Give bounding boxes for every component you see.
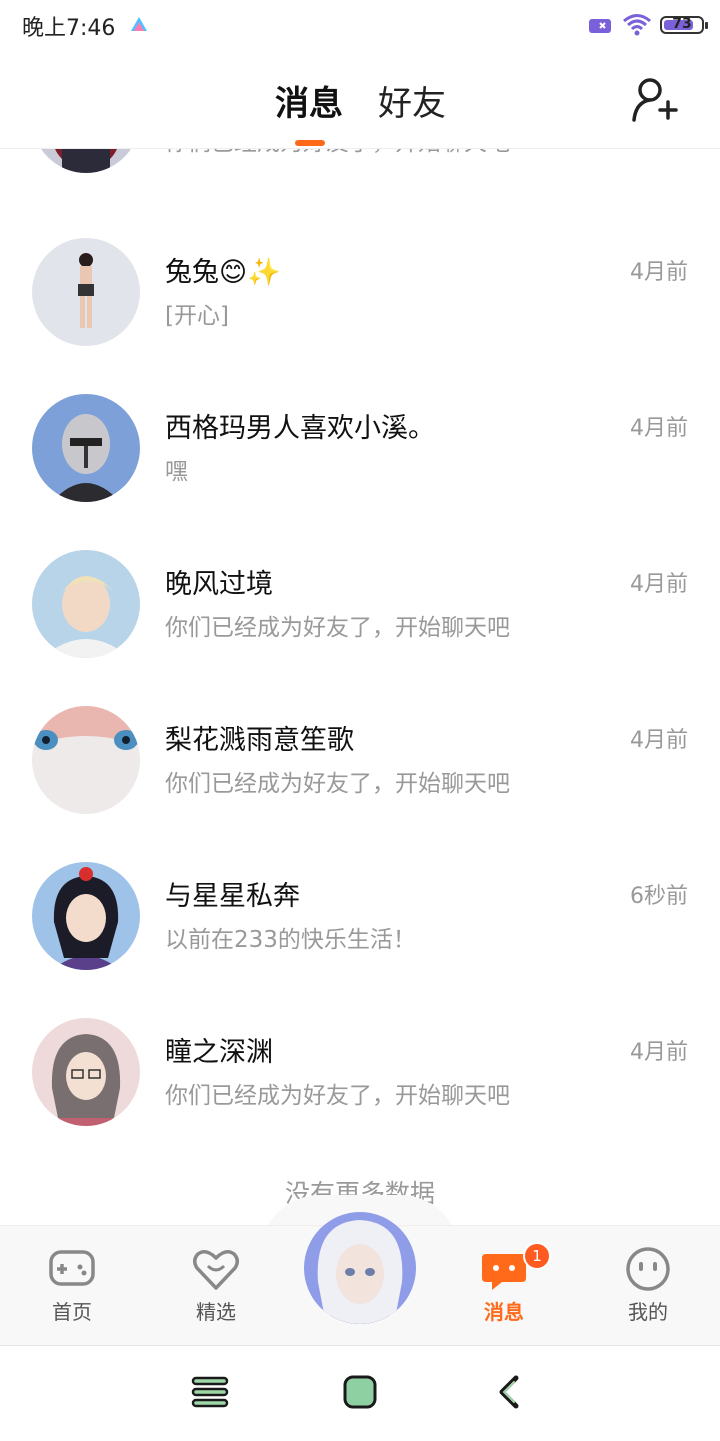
contact-name: 瞳之深渊 — [165, 1037, 273, 1068]
contact-name: 与星星私奔 — [165, 881, 300, 912]
system-nav-bar — [0, 1345, 720, 1441]
message-preview: 以前在233的快乐生活！ — [165, 927, 416, 953]
avatar — [32, 862, 140, 970]
contact-name: 兔兔😊✨ — [165, 257, 281, 288]
message-time: 4月前 — [630, 728, 688, 753]
sim-icon — [589, 19, 611, 33]
message-time: 4月前 — [630, 416, 688, 441]
list-item[interactable]: 兔兔😊✨ [开心] 4月前 — [0, 238, 720, 394]
add-user-icon[interactable] — [630, 74, 680, 124]
list-item[interactable]: 与星星私奔 以前在233的快乐生活！ 6秒前 — [0, 862, 720, 1018]
avatar — [32, 394, 140, 502]
face-icon — [626, 1247, 670, 1291]
list-item[interactable]: 梨花溅雨意笙歌 你们已经成为好友了，开始聊天吧 4月前 — [0, 706, 720, 862]
nav-label: 首页 — [52, 1300, 92, 1324]
gamepad-icon — [49, 1250, 95, 1286]
battery-icon: 73 — [660, 16, 708, 34]
message-time: 4月前 — [630, 572, 688, 597]
message-time: 6秒前 — [630, 884, 688, 909]
avatar — [32, 706, 140, 814]
nav-featured[interactable]: 精选 — [161, 1226, 271, 1346]
message-time: 4月前 — [630, 1040, 688, 1065]
nav-home[interactable]: 首页 — [17, 1226, 127, 1346]
wifi-icon — [623, 14, 651, 36]
nav-label: 消息 — [484, 1300, 524, 1324]
message-preview: [开心] — [165, 303, 229, 329]
contact-name: 晚风过境 — [165, 569, 273, 600]
message-preview: 你们已经成为好友了，开始聊天吧 — [165, 615, 510, 641]
message-preview: 你们已经成为好友了，开始聊天吧 — [165, 1083, 510, 1109]
list-item[interactable]: 西格玛男人喜欢小溪。 嘿 4月前 — [0, 394, 720, 550]
nav-messages[interactable]: 1 消息 — [449, 1226, 559, 1346]
message-preview: 嘿 — [165, 459, 188, 485]
home-icon[interactable] — [340, 1374, 380, 1410]
message-preview: 你们已经成为好友了，开始聊天吧 — [165, 149, 510, 157]
center-avatar-button[interactable] — [304, 1212, 416, 1324]
app-notification-icon — [131, 17, 147, 31]
header: 消息 好友 — [0, 52, 720, 149]
message-list: 你们已经成为好友了，开始聊天吧 兔兔😊✨ [开心] 4月前 西格玛男人喜欢小溪。… — [0, 149, 720, 1225]
nav-label: 精选 — [196, 1300, 236, 1324]
avatar — [32, 238, 140, 346]
battery-level: 73 — [672, 16, 692, 32]
nav-profile[interactable]: 我的 — [593, 1226, 703, 1346]
tab-messages[interactable]: 消息 — [275, 76, 343, 125]
avatar — [32, 1018, 140, 1126]
message-time: 4月前 — [630, 260, 688, 285]
contact-name: 西格玛男人喜欢小溪。 — [165, 413, 435, 444]
heart-smile-icon — [193, 1250, 239, 1290]
tab-friends[interactable]: 好友 — [378, 76, 446, 125]
menu-icon[interactable] — [190, 1374, 230, 1410]
contact-name: 梨花溅雨意笙歌 — [165, 725, 354, 756]
message-preview: 你们已经成为好友了，开始聊天吧 — [165, 771, 510, 797]
unread-badge: 1 — [523, 1242, 551, 1270]
avatar — [32, 550, 140, 658]
emoji-sticker: 😊✨ — [219, 257, 281, 288]
list-item[interactable]: 瞳之深渊 你们已经成为好友了，开始聊天吧 4月前 — [0, 1018, 720, 1174]
status-bar: 晚上7:46 73 — [0, 0, 720, 52]
chat-icon — [482, 1254, 526, 1290]
list-item[interactable]: 你们已经成为好友了，开始聊天吧 — [0, 149, 720, 221]
status-time: 晚上7:46 — [22, 16, 116, 41]
back-icon[interactable] — [490, 1374, 530, 1410]
tab-indicator — [295, 140, 325, 146]
nav-label: 我的 — [628, 1300, 668, 1324]
list-item[interactable]: 晚风过境 你们已经成为好友了，开始聊天吧 4月前 — [0, 550, 720, 706]
avatar — [32, 149, 140, 173]
